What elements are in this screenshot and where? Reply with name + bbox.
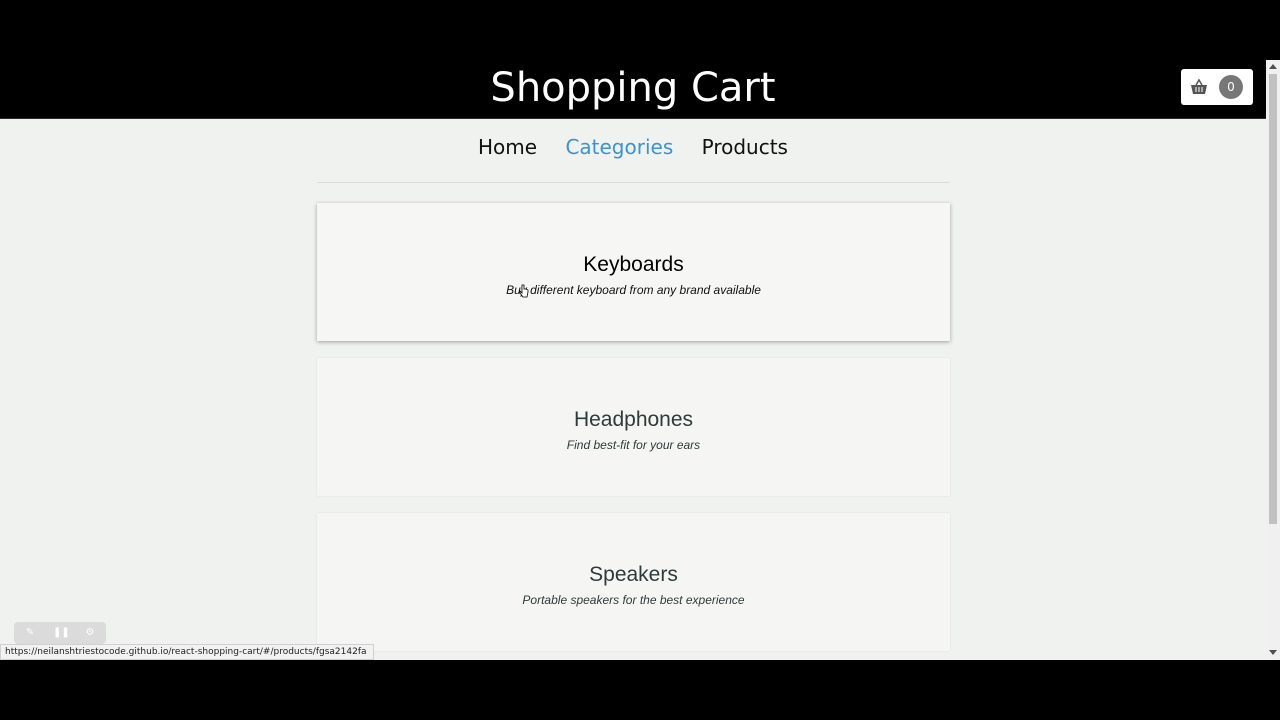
scroll-up-arrow-icon[interactable]	[1269, 64, 1277, 69]
app-title: Shopping Cart	[490, 65, 776, 111]
category-card-keyboards[interactable]: Keyboards Buy different keyboard from an…	[317, 203, 950, 341]
category-description: Buy different keyboard from any brand av…	[506, 283, 761, 297]
pause-icon[interactable]: ❚❚	[53, 626, 70, 640]
app-header: Shopping Cart 0	[0, 60, 1266, 119]
category-title: Headphones	[573, 408, 694, 431]
edit-icon[interactable]: ✎	[23, 626, 37, 640]
nav-home[interactable]: Home	[478, 132, 537, 162]
category-title: Speakers	[589, 563, 678, 586]
cart-count-badge: 0	[1219, 75, 1243, 99]
category-title: Keyboards	[583, 253, 684, 276]
link-status-url: https://neilanshtriestocode.github.io/re…	[0, 644, 374, 660]
cart-button[interactable]: 0	[1181, 69, 1253, 105]
nav-products[interactable]: Products	[702, 132, 788, 162]
browser-viewport: Shopping Cart 0 Home Categories Products…	[0, 60, 1280, 660]
category-card-headphones[interactable]: Headphones Find best-fit for your ears	[317, 358, 950, 496]
pointer-cursor-icon	[519, 284, 529, 298]
page-scrollbar[interactable]	[1266, 60, 1280, 660]
category-card-speakers[interactable]: Speakers Portable speakers for the best …	[317, 513, 950, 651]
nav-divider	[317, 182, 950, 183]
settings-icon[interactable]: ⚙	[83, 626, 97, 640]
nav-categories[interactable]: Categories	[565, 132, 673, 162]
scroll-down-arrow-icon[interactable]	[1269, 650, 1277, 655]
scrollbar-thumb[interactable]	[1269, 74, 1277, 524]
category-description: Find best-fit for your ears	[566, 438, 701, 452]
screen-recorder-controls: ✎ ❚❚ ⚙	[14, 622, 106, 644]
main-nav: Home Categories Products	[0, 132, 1266, 162]
category-description: Portable speakers for the best experienc…	[522, 593, 745, 607]
basket-icon	[1191, 78, 1207, 94]
